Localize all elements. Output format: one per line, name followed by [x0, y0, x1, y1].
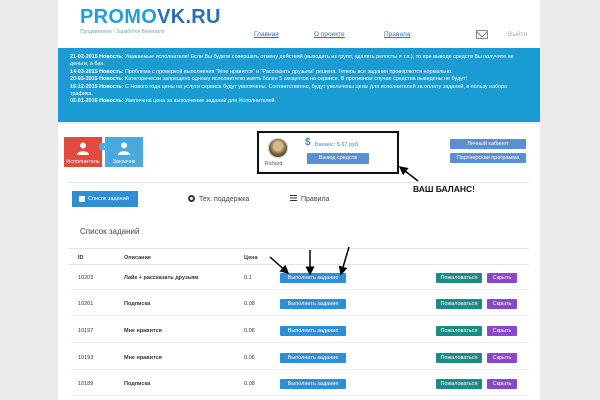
customer-label: Заказчик: [112, 159, 136, 165]
nav-about[interactable]: О проекте: [314, 31, 345, 38]
header-price: Цена: [244, 255, 258, 261]
section-title: Список заданий: [80, 227, 140, 236]
hide-button[interactable]: Скрыть: [487, 326, 517, 336]
logo[interactable]: PROMOVK.RU: [80, 6, 221, 29]
hide-button[interactable]: Скрыть: [487, 273, 517, 283]
customer-role-button[interactable]: Заказчик: [105, 137, 143, 167]
dollar-icon: $: [305, 137, 311, 148]
do-task-button[interactable]: Выполнить задание: [280, 299, 346, 309]
cell-id: 10203: [78, 275, 94, 281]
complain-button[interactable]: Пожаловаться: [436, 353, 482, 363]
complain-button[interactable]: Пожаловаться: [436, 326, 482, 336]
cell-id: 10189: [78, 381, 94, 387]
cell-description: Подписка: [124, 381, 151, 387]
envelope-icon[interactable]: [476, 30, 488, 39]
cell-price: 0.08: [244, 301, 255, 307]
cell-id: 10197: [78, 328, 94, 334]
gear-icon: [188, 195, 195, 202]
news-item: 02-01-2016 Новость: Увеличена цена за вы…: [70, 98, 276, 105]
cell-description: Мне нравится: [124, 355, 162, 361]
do-task-button[interactable]: Выполнить задание: [280, 326, 346, 336]
news-item: 16-12-2015 Новость: С Нового года цены н…: [70, 83, 508, 98]
hide-button[interactable]: Скрыть: [487, 379, 517, 389]
cell-price: 0.06: [244, 328, 255, 334]
executor-role-button[interactable]: Исполнитель: [64, 137, 102, 167]
do-task-button[interactable]: Выполнить задание: [280, 353, 346, 363]
tab-rules-label: Правила: [301, 196, 330, 203]
nav-home[interactable]: Главная: [254, 31, 279, 38]
nav-rules[interactable]: Правила: [384, 31, 410, 38]
header-description: Описание: [124, 255, 151, 261]
balance-box: Richard $ Баланс: 5.67 руб. Вывод средст…: [257, 131, 399, 174]
tagline: Продвижение \ Заработок Вконтакте: [80, 29, 165, 35]
complain-button[interactable]: Пожаловаться: [436, 379, 482, 389]
executor-label: Исполнитель: [66, 159, 100, 165]
cell-description: Подписка: [124, 301, 151, 307]
list-lines-icon: [290, 195, 297, 202]
complain-button[interactable]: Пожаловаться: [436, 273, 482, 283]
header: PROMOVK.RU Продвижение \ Заработок Вконт…: [58, 0, 540, 48]
do-task-button[interactable]: Выполнить задание: [280, 273, 346, 283]
list-icon: [79, 196, 85, 202]
tab-support[interactable]: Тех. поддержка: [188, 195, 249, 203]
tabs-divider: [69, 182, 529, 183]
page: PROMOVK.RU Продвижение \ Заработок Вконт…: [58, 0, 540, 400]
balance-callout: ВАШ БАЛАНС!: [413, 184, 475, 194]
cabinet-button[interactable]: Личный кабинет: [450, 139, 526, 149]
tab-task-list-label: Список заданий: [88, 196, 129, 202]
cell-description: Лайк + рассказать друзьям: [124, 275, 199, 281]
avatar[interactable]: [268, 138, 288, 158]
complain-button[interactable]: Пожаловаться: [436, 299, 482, 309]
table-header: ID Описание Цена: [69, 248, 529, 265]
table-row: 10193 Мне нравится 0.06 Выполнить задани…: [69, 346, 529, 370]
news-item: 14-03-2015 Новость: Проблема с проверкой…: [70, 68, 453, 75]
user-icon: [77, 142, 89, 155]
separator: [58, 122, 540, 124]
withdraw-button[interactable]: Вывод средств: [307, 153, 369, 164]
tab-support-label: Тех. поддержка: [199, 196, 250, 203]
news-item: 20-03-2015 Новость: Категорически запрещ…: [70, 76, 467, 83]
cell-id: 10193: [78, 355, 94, 361]
hide-button[interactable]: Скрыть: [487, 353, 517, 363]
cell-id: 10201: [78, 301, 94, 307]
tab-task-list[interactable]: Список заданий: [72, 191, 138, 207]
cell-price: 0.06: [244, 355, 255, 361]
logo-part2: VK.RU: [157, 6, 221, 28]
cell-price: 0.1: [244, 275, 252, 281]
exit-link[interactable]: Выйти: [508, 31, 527, 38]
news-panel: 21-02-2015 Новость: Уважаемые исполнител…: [58, 48, 540, 122]
table-row: 10201 Подписка 0.08 Выполнить задание По…: [69, 292, 529, 316]
table-row: 10203 Лайк + рассказать друзьям 0.1 Выпо…: [69, 266, 529, 290]
cell-price: 0.08: [244, 381, 255, 387]
table-row: 10189 Подписка 0.08 Выполнить задание По…: [69, 372, 529, 396]
user-name: Richard: [265, 161, 283, 167]
do-task-button[interactable]: Выполнить задание: [280, 379, 346, 389]
partner-program-button[interactable]: Партнерская программа: [450, 153, 526, 163]
balance-amount: Баланс: 5.67 руб.: [315, 142, 360, 148]
cell-description: Мне нравится: [124, 328, 162, 334]
hide-button[interactable]: Скрыть: [487, 299, 517, 309]
header-id: ID: [78, 255, 84, 261]
logo-part1: PROMO: [80, 6, 158, 28]
tab-rules[interactable]: Правила: [290, 195, 329, 203]
table-row: 10197 Мне нравится 0.06 Выполнить задани…: [69, 319, 529, 343]
customer-icon: [118, 142, 130, 155]
news-item: 21-02-2015 Новость: Уважаемые исполнител…: [70, 54, 514, 68]
